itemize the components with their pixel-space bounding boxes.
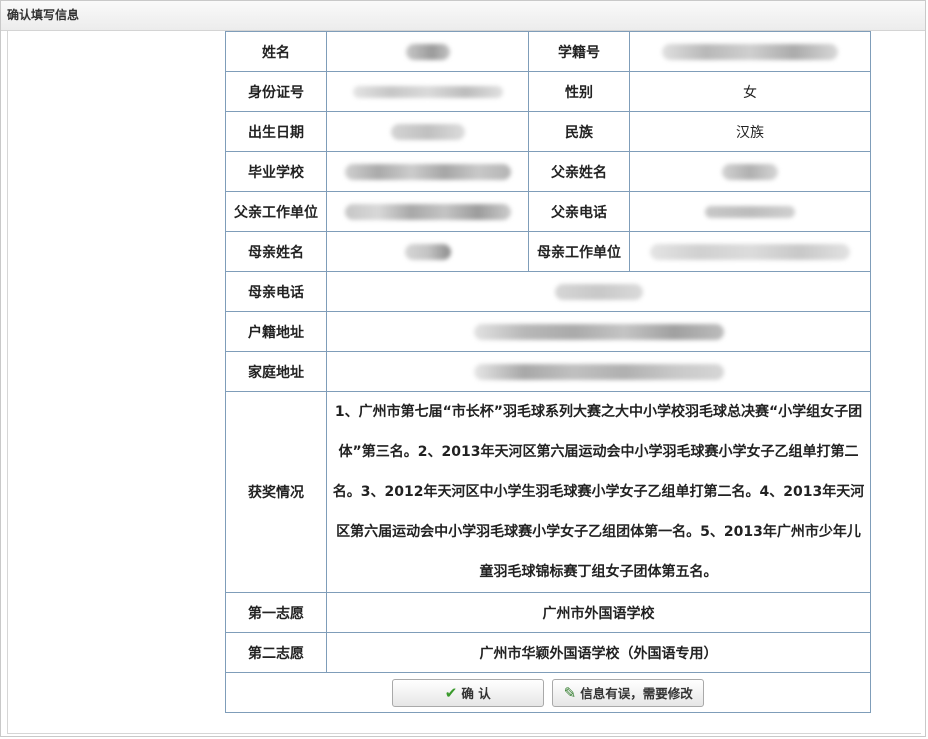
pencil-icon: ✎ bbox=[563, 683, 577, 702]
id-card-label: 身份证号 bbox=[225, 71, 327, 112]
redacted-birth bbox=[390, 123, 465, 140]
info-table: 姓名 学籍号 身份证号 性别 女 出生日期 民族 汉族 毕业学校 父亲姓名 父亲… bbox=[225, 31, 871, 713]
ethnicity-label: 民族 bbox=[528, 111, 630, 152]
redacted-home bbox=[473, 363, 724, 380]
name-label: 姓名 bbox=[225, 31, 327, 72]
confirm-button-label: 确 认 bbox=[461, 685, 491, 701]
second-choice-label: 第二志愿 bbox=[225, 632, 327, 673]
redacted-father-phone bbox=[705, 205, 795, 218]
name-value bbox=[326, 31, 529, 72]
redacted-household bbox=[473, 323, 724, 340]
edit-info-button[interactable]: ✎ 信息有误，需要修改 bbox=[552, 678, 705, 707]
school-label: 毕业学校 bbox=[225, 151, 327, 192]
student-id-value bbox=[629, 31, 871, 72]
father-name-label: 父亲姓名 bbox=[528, 151, 630, 192]
check-icon: ✔ bbox=[444, 683, 458, 702]
home-label: 家庭地址 bbox=[225, 351, 327, 392]
mother-name-label: 母亲姓名 bbox=[225, 231, 327, 272]
redacted-mother-phone bbox=[554, 283, 643, 300]
mother-phone-label: 母亲电话 bbox=[225, 271, 327, 312]
mother-name-value bbox=[326, 231, 529, 272]
household-value bbox=[326, 311, 871, 352]
father-name-value bbox=[629, 151, 871, 192]
redacted-mother-work bbox=[650, 243, 850, 260]
home-value bbox=[326, 351, 871, 392]
student-id-label: 学籍号 bbox=[528, 31, 630, 72]
school-value bbox=[326, 151, 529, 192]
first-choice-value: 广州市外国语学校 bbox=[326, 592, 871, 633]
redacted-father-work bbox=[344, 203, 511, 220]
first-choice-label: 第一志愿 bbox=[225, 592, 327, 633]
birth-label: 出生日期 bbox=[225, 111, 327, 152]
dialog-window: 确认填写信息 姓名 学籍号 身份证号 性别 女 出生日期 民族 汉族 毕业学校 … bbox=[0, 0, 926, 737]
button-row: ✔ 确 认 ✎ 信息有误，需要修改 bbox=[225, 672, 871, 713]
redacted-school bbox=[344, 163, 511, 180]
father-work-value bbox=[326, 191, 529, 232]
redacted-mother-name bbox=[404, 243, 451, 260]
redacted-student-id bbox=[662, 43, 838, 60]
father-work-label: 父亲工作单位 bbox=[225, 191, 327, 232]
gender-label: 性别 bbox=[528, 71, 630, 112]
edit-button-label: 信息有误，需要修改 bbox=[580, 685, 693, 701]
id-card-value bbox=[326, 71, 529, 112]
birth-value bbox=[326, 111, 529, 152]
window-title: 确认填写信息 bbox=[1, 1, 925, 31]
household-label: 户籍地址 bbox=[225, 311, 327, 352]
redacted-father-name bbox=[722, 163, 778, 180]
mother-work-value bbox=[629, 231, 871, 272]
gender-value: 女 bbox=[629, 71, 871, 112]
father-phone-value bbox=[629, 191, 871, 232]
redacted-id-card bbox=[352, 85, 503, 98]
confirm-button[interactable]: ✔ 确 认 bbox=[391, 678, 544, 707]
awards-value: 1、广州市第七届“市长杯”羽毛球系列大赛之大中小学校羽毛球总决赛“小学组女子团体… bbox=[326, 391, 871, 593]
mother-work-label: 母亲工作单位 bbox=[528, 231, 630, 272]
redacted-name bbox=[405, 43, 450, 60]
father-phone-label: 父亲电话 bbox=[528, 191, 630, 232]
ethnicity-value: 汉族 bbox=[629, 111, 871, 152]
second-choice-value: 广州市华颖外国语学校（外国语专用） bbox=[326, 632, 871, 673]
awards-label: 获奖情况 bbox=[225, 391, 327, 593]
mother-phone-value bbox=[326, 271, 871, 312]
